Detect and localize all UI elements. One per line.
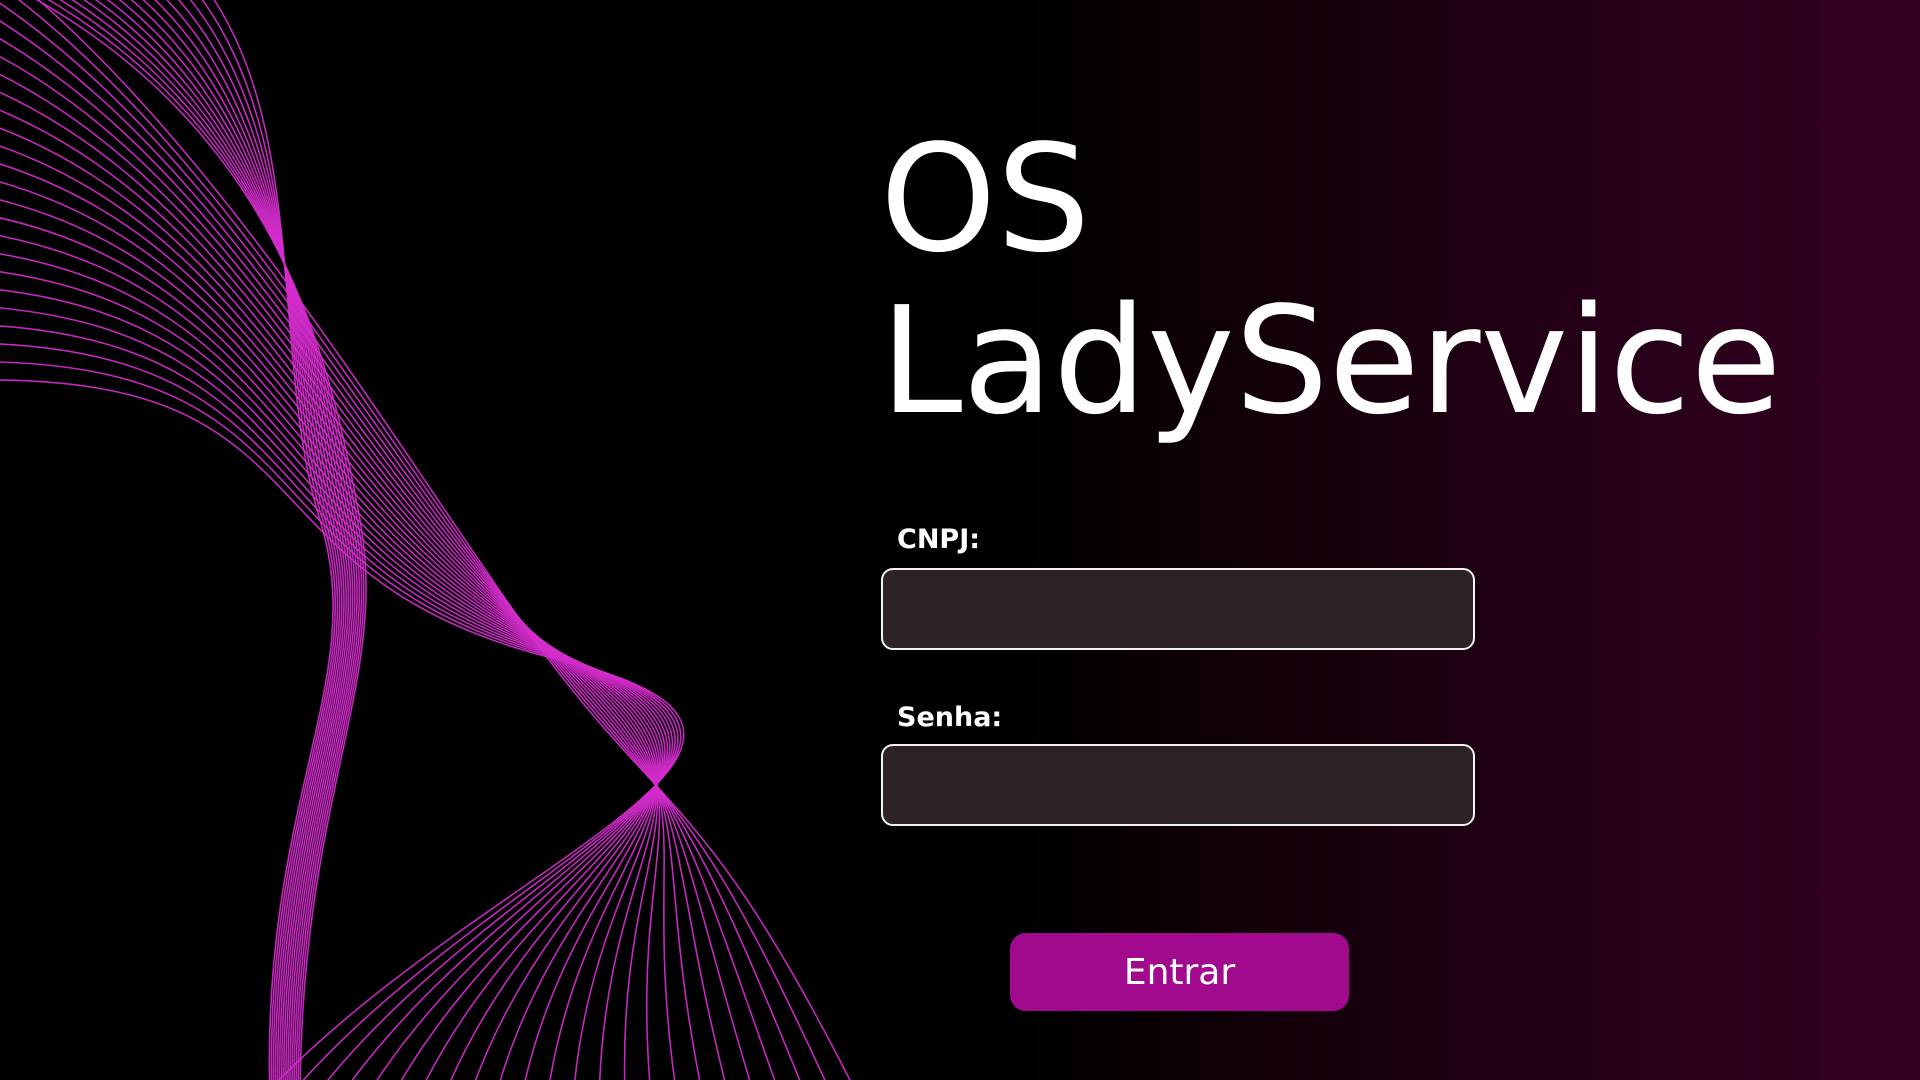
- wave-line: [0, 145, 658, 1080]
- wave-line: [0, 181, 659, 1080]
- cnpj-label: CNPJ:: [897, 524, 981, 555]
- cnpj-input[interactable]: [881, 568, 1475, 650]
- senha-label: Senha:: [897, 702, 1003, 733]
- wave-line: [213, 0, 334, 1080]
- wave-line: [0, 2, 801, 1080]
- app-title-line-1: OS: [880, 113, 1091, 285]
- login-page: OS LadyService CNPJ: Senha: Entrar: [0, 0, 1920, 1080]
- wave-line: [0, 163, 658, 1080]
- wave-line: [35, 0, 367, 1080]
- app-title-line-2: LadyService: [880, 275, 1782, 447]
- wave-line: [0, 127, 659, 1080]
- wave-line: [0, 199, 661, 1080]
- wave-line: [201, 0, 337, 1080]
- senha-input[interactable]: [881, 744, 1475, 826]
- app-title: OS LadyService: [880, 118, 1782, 442]
- decorative-wave-lines: [0, 0, 851, 1080]
- login-button[interactable]: Entrar: [1010, 933, 1349, 1011]
